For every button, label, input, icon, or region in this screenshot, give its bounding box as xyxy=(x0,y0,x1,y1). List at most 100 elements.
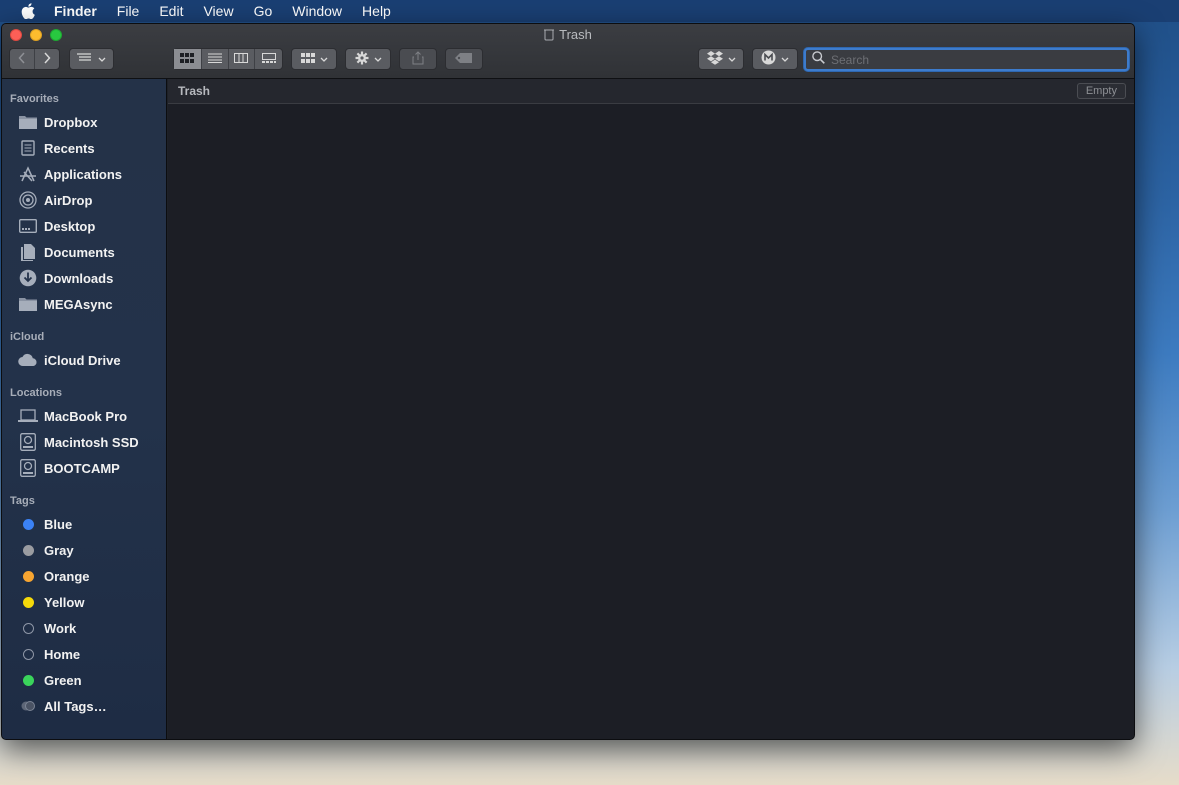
sidebar-item-label: Dropbox xyxy=(44,114,98,130)
menu-bar: Finder File Edit View Go Window Help xyxy=(0,0,1179,22)
tag-color-dot xyxy=(18,541,38,559)
chevron-down-icon xyxy=(781,52,789,66)
chevron-down-icon xyxy=(728,52,736,66)
documents-icon xyxy=(18,243,38,261)
menu-help[interactable]: Help xyxy=(362,3,391,19)
empty-trash-button[interactable]: Empty xyxy=(1076,83,1126,99)
list-view-icon xyxy=(207,52,222,66)
chevron-down-icon xyxy=(320,52,328,66)
menu-view[interactable]: View xyxy=(203,3,233,19)
chevron-left-icon xyxy=(18,51,26,67)
file-content-area[interactable]: Trash Empty xyxy=(168,79,1134,739)
sidebar-tag-blue[interactable]: Blue xyxy=(2,511,166,537)
chevron-right-icon xyxy=(43,51,51,67)
gallery-view-button[interactable] xyxy=(255,49,282,69)
gallery-icon xyxy=(261,52,276,66)
sidebar-tag-work[interactable]: Work xyxy=(2,615,166,641)
menu-finder[interactable]: Finder xyxy=(54,3,97,19)
sidebar-item-recents[interactable]: Recents xyxy=(2,135,166,161)
sidebar-item-label: Documents xyxy=(44,244,115,260)
tags-button[interactable] xyxy=(445,48,483,70)
icon-view-button[interactable] xyxy=(174,49,202,69)
column-view-button[interactable] xyxy=(229,49,256,69)
sidebar-item-label: AirDrop xyxy=(44,192,93,208)
finder-window: Trash Search Favorites Dropbox Recents A… xyxy=(1,23,1135,740)
share-icon xyxy=(412,50,424,68)
sidebar-item-label: Green xyxy=(44,672,82,688)
menu-edit[interactable]: Edit xyxy=(159,3,183,19)
sidebar-item-airdrop[interactable]: AirDrop xyxy=(2,187,166,213)
sidebar-section-tags: Tags xyxy=(10,495,35,507)
sidebar-item-macintosh-ssd[interactable]: Macintosh SSD xyxy=(2,429,166,455)
sidebar-tag-green[interactable]: Green xyxy=(2,667,166,693)
sidebar-item-dropbox[interactable]: Dropbox xyxy=(2,109,166,135)
sidebar-item-megasync[interactable]: MEGAsync xyxy=(2,291,166,317)
view-mode-control xyxy=(173,48,283,70)
window-title: Trash xyxy=(2,27,1134,44)
disk-icon xyxy=(18,459,38,477)
sidebar-item-icloud-drive[interactable]: iCloud Drive xyxy=(2,347,166,373)
trash-header-bar: Trash Empty xyxy=(168,79,1134,104)
window-title-text: Trash xyxy=(559,27,592,42)
sidebar-item-label: Home xyxy=(44,646,81,662)
tag-color-dot xyxy=(18,645,38,663)
sidebar-item-desktop[interactable]: Desktop xyxy=(2,213,166,239)
sidebar-item-label: Applications xyxy=(44,166,123,182)
sidebar-tag-yellow[interactable]: Yellow xyxy=(2,589,166,615)
tag-color-dot xyxy=(18,515,38,533)
sidebar-item-label: MacBook Pro xyxy=(44,408,128,424)
mega-menu-button[interactable] xyxy=(752,48,798,70)
tag-icon xyxy=(455,52,473,66)
menu-window[interactable]: Window xyxy=(292,3,342,19)
mega-icon xyxy=(761,50,776,68)
list-icon xyxy=(77,52,93,66)
sidebar-item-label: All Tags… xyxy=(44,698,107,714)
dropbox-menu-button[interactable] xyxy=(698,48,744,70)
menu-go[interactable]: Go xyxy=(254,3,273,19)
disk-icon xyxy=(18,433,38,451)
search-icon xyxy=(812,50,825,69)
forward-button[interactable] xyxy=(35,49,59,69)
sidebar-item-label: Recents xyxy=(44,140,95,156)
tag-color-dot xyxy=(18,619,38,637)
sidebar-item-documents[interactable]: Documents xyxy=(2,239,166,265)
sidebar-tag-home[interactable]: Home xyxy=(2,641,166,667)
sidebar-tag-orange[interactable]: Orange xyxy=(2,563,166,589)
folder-icon xyxy=(18,295,38,313)
share-button[interactable] xyxy=(399,48,437,70)
sidebar-item-label: Orange xyxy=(44,568,90,584)
group-icon xyxy=(300,52,315,66)
desktop-icon xyxy=(18,217,38,235)
sidebar-item-macbook-pro[interactable]: MacBook Pro xyxy=(2,403,166,429)
action-menu-button[interactable] xyxy=(345,48,391,70)
sidebar-item-applications[interactable]: Applications xyxy=(2,161,166,187)
search-input[interactable] xyxy=(831,52,1121,67)
sidebar-section-locations: Locations xyxy=(10,387,62,399)
sidebar-tag-all[interactable]: All Tags… xyxy=(2,693,166,719)
downloads-icon xyxy=(18,269,38,287)
back-button[interactable] xyxy=(10,49,35,69)
tag-color-dot xyxy=(18,671,38,689)
arrange-menu-button[interactable] xyxy=(69,48,114,70)
gear-icon xyxy=(355,51,369,68)
sidebar-item-bootcamp[interactable]: BOOTCAMP xyxy=(2,455,166,481)
sidebar-tag-gray[interactable]: Gray xyxy=(2,537,166,563)
applications-icon xyxy=(18,165,38,183)
list-view-button[interactable] xyxy=(202,49,229,69)
sidebar-item-label: MEGAsync xyxy=(44,296,113,312)
tag-color-dot xyxy=(18,567,38,585)
grid-icon xyxy=(180,52,195,66)
all-tags-icon xyxy=(18,697,38,715)
group-menu-button[interactable] xyxy=(291,48,337,70)
tag-color-dot xyxy=(18,593,38,611)
sidebar: Favorites Dropbox Recents Applications A… xyxy=(2,79,167,739)
menu-file[interactable]: File xyxy=(117,3,140,19)
sidebar-item-label: Yellow xyxy=(44,594,85,610)
folder-label: Trash xyxy=(178,84,211,98)
sidebar-item-label: Macintosh SSD xyxy=(44,434,139,450)
apple-logo-icon[interactable] xyxy=(20,3,36,19)
sidebar-item-label: Blue xyxy=(44,516,73,532)
trash-icon xyxy=(544,28,555,44)
sidebar-item-label: Desktop xyxy=(44,218,96,234)
sidebar-item-downloads[interactable]: Downloads xyxy=(2,265,166,291)
